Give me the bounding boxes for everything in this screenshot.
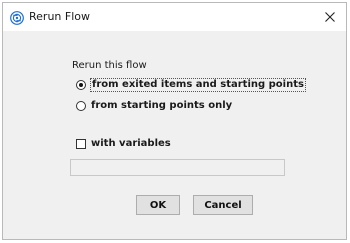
cancel-button[interactable]: Cancel — [193, 195, 253, 215]
ok-button[interactable]: OK — [136, 195, 180, 215]
radio-option-label: from starting points only — [91, 100, 233, 111]
radio-option-label: from exited items and starting points — [90, 78, 306, 92]
radio-button-selected[interactable] — [76, 80, 86, 90]
title-bar: Rerun Flow — [3, 3, 346, 31]
radio-option-starting-points[interactable]: from starting points only — [76, 99, 232, 113]
with-variables-label: with variables — [91, 138, 171, 149]
radio-option-exited-items[interactable]: from exited items and starting points — [76, 78, 306, 92]
close-icon — [325, 12, 335, 22]
with-variables-checkbox[interactable] — [76, 139, 86, 149]
with-variables-checkbox-row[interactable]: with variables — [76, 137, 171, 151]
radio-button[interactable] — [76, 101, 86, 111]
app-icon — [10, 10, 24, 25]
close-button[interactable] — [319, 6, 341, 28]
window-title: Rerun Flow — [29, 10, 90, 23]
rerun-flow-dialog: Rerun Flow Rerun this flow from exited i… — [2, 2, 347, 240]
variables-input[interactable] — [70, 159, 285, 176]
rerun-group-label: Rerun this flow — [72, 60, 147, 71]
